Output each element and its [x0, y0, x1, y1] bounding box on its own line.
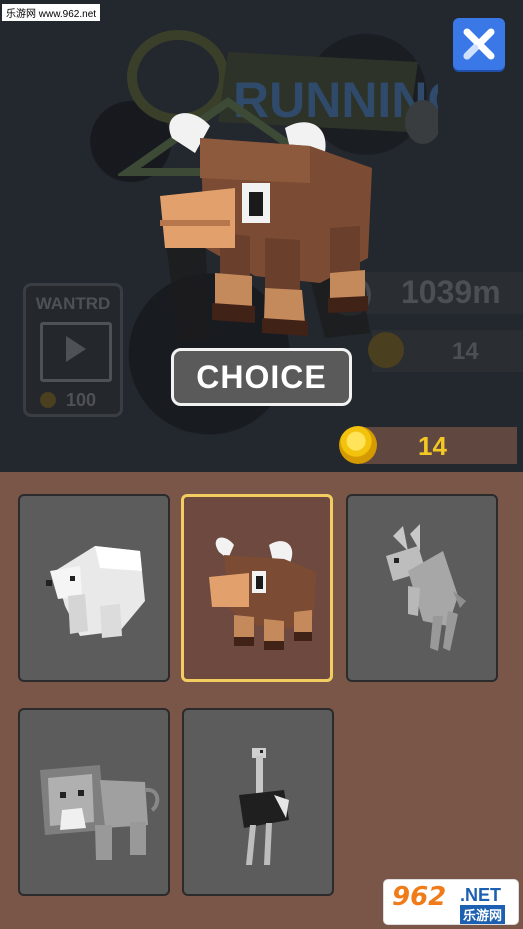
animal-card-polar-bear[interactable] [18, 494, 170, 682]
ostrich-icon [239, 748, 289, 865]
coin-record-dim: 14 [368, 330, 523, 372]
animal-card-bull[interactable] [181, 494, 333, 682]
watermark-tld: .NET [460, 885, 502, 905]
bull-preview-model [160, 113, 372, 343]
watermark-cn: 乐游网 [460, 905, 506, 924]
close-icon [463, 28, 495, 60]
animal-card-ostrich[interactable] [182, 708, 334, 896]
wanted-title: WANTRD [35, 294, 111, 313]
coin-icon [339, 426, 377, 464]
wanted-cost: 100 [66, 390, 97, 410]
game-scene-background: RUNNING ZOO WANTRD 100 1039m 14 [0, 0, 523, 472]
bull-icon [209, 537, 316, 650]
polar-bear-icon [46, 546, 145, 638]
distance-value: 1039m [401, 274, 501, 310]
coin-record-value: 14 [452, 338, 479, 365]
coin-icon [40, 392, 56, 408]
lion-icon [40, 765, 160, 860]
video-play-icon [66, 336, 86, 362]
site-watermark-bottom: 962 .NET 乐游网 [384, 880, 518, 924]
coin-count: 14 [418, 431, 447, 461]
wanted-video-offer[interactable]: WANTRD 100 [23, 283, 123, 417]
coin-counter: 14 [339, 426, 517, 464]
animal-card-kangaroo[interactable] [346, 494, 498, 682]
kangaroo-icon [386, 524, 466, 651]
watermark-brand: 962 [392, 882, 447, 912]
choice-button[interactable]: CHOICE [171, 348, 352, 406]
site-watermark-top: 乐游网 www.962.net [2, 4, 101, 21]
animal-card-lion[interactable] [18, 708, 170, 896]
close-button[interactable] [453, 18, 505, 70]
